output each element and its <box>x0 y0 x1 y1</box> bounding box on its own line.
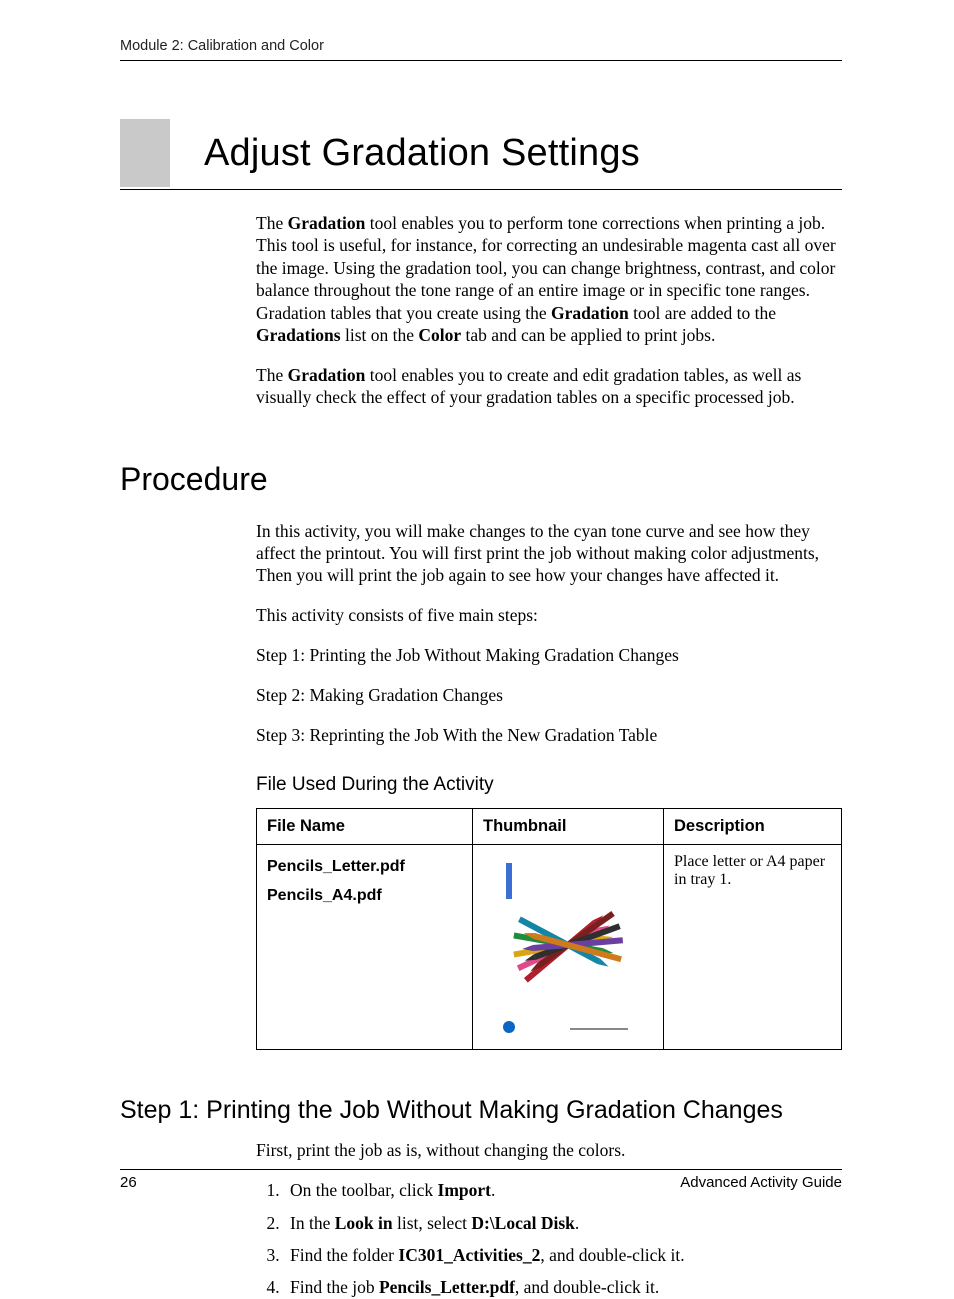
col-description: Description <box>664 809 842 845</box>
col-file-name: File Name <box>257 809 473 845</box>
table-header-row: File Name Thumbnail Description <box>257 809 842 845</box>
term-color: Color <box>418 325 461 345</box>
term-gradations: Gradations <box>256 325 341 345</box>
file-name-2: Pencils_A4.pdf <box>267 882 462 911</box>
table-row: Pencils_Letter.pdf Pencils_A4.pdf <box>257 845 842 1050</box>
intro-para-2: The Gradation tool enables you to create… <box>256 364 842 409</box>
ui-local-disk: D:\Local Disk <box>471 1213 575 1233</box>
text: Find the folder <box>290 1245 398 1265</box>
text: , and double-click it. <box>515 1277 659 1297</box>
term-gradation: Gradation <box>288 365 366 385</box>
step1-list: On the toolbar, click Import. In the Loo… <box>256 1179 842 1299</box>
list-item: Find the folder IC301_Activities_2, and … <box>284 1244 842 1266</box>
step-ref-3: Step 3: Reprinting the Job With the New … <box>256 724 842 746</box>
cell-description: Place letter or A4 paper in tray 1. <box>664 845 842 1050</box>
list-item: In the Look in list, select D:\Local Dis… <box>284 1212 842 1234</box>
step1-heading: Step 1: Printing the Job Without Making … <box>120 1096 842 1125</box>
term-gradation: Gradation <box>551 303 629 323</box>
page: Module 2: Calibration and Color Adjust G… <box>0 0 954 1235</box>
step1-block: First, print the job as is, without chan… <box>256 1139 842 1298</box>
step-ref-2: Step 2: Making Gradation Changes <box>256 684 842 706</box>
intro-block: The Gradation tool enables you to perfor… <box>256 212 842 409</box>
ui-look-in: Look in <box>335 1213 393 1233</box>
intro-para-1: The Gradation tool enables you to perfor… <box>256 212 842 346</box>
procedure-para-2: This activity consists of five main step… <box>256 604 842 626</box>
procedure-para-1: In this activity, you will make changes … <box>256 520 842 587</box>
text: tab and can be applied to print jobs. <box>461 325 715 345</box>
page-footer: 26 Advanced Activity Guide <box>120 1169 842 1191</box>
guide-name: Advanced Activity Guide <box>680 1174 842 1191</box>
text: In the <box>290 1213 335 1233</box>
text: list on the <box>341 325 419 345</box>
text: The <box>256 213 288 233</box>
file-used-heading: File Used During the Activity <box>256 774 842 796</box>
title-swatch <box>120 119 170 187</box>
file-table: File Name Thumbnail Description Pencils_… <box>256 808 842 1050</box>
text: . <box>575 1213 579 1233</box>
procedure-heading: Procedure <box>120 461 842 498</box>
cell-thumbnail <box>473 845 664 1050</box>
cell-file-names: Pencils_Letter.pdf Pencils_A4.pdf <box>257 845 473 1050</box>
folder-name: IC301_Activities_2 <box>398 1245 540 1265</box>
page-number: 26 <box>120 1174 137 1191</box>
list-item: Find the job Pencils_Letter.pdf, and dou… <box>284 1276 842 1298</box>
text: The <box>256 365 288 385</box>
procedure-block: In this activity, you will make changes … <box>256 520 842 1051</box>
text: tool are added to the <box>629 303 776 323</box>
text: list, select <box>393 1213 472 1233</box>
text: , and double-click it. <box>540 1245 684 1265</box>
job-name: Pencils_Letter.pdf <box>379 1277 515 1297</box>
file-name-1: Pencils_Letter.pdf <box>267 853 462 882</box>
page-title: Adjust Gradation Settings <box>204 132 640 175</box>
term-gradation: Gradation <box>288 213 366 233</box>
running-head: Module 2: Calibration and Color <box>120 38 842 61</box>
col-thumbnail: Thumbnail <box>473 809 664 845</box>
title-block: Adjust Gradation Settings <box>120 119 842 190</box>
text: Find the job <box>290 1277 379 1297</box>
step1-lead: First, print the job as is, without chan… <box>256 1139 842 1161</box>
pencils-thumbnail-image <box>498 857 638 1037</box>
step-ref-1: Step 1: Printing the Job Without Making … <box>256 644 842 666</box>
